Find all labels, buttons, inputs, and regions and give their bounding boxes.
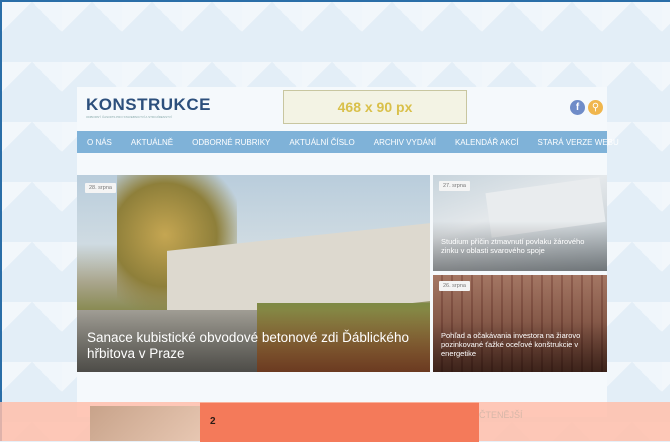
nav-item-o-nas[interactable]: O NÁS: [77, 138, 121, 147]
nav-item-stara-verze-webu[interactable]: STARÁ VERZE WEBU: [528, 138, 628, 147]
header-icons: f ⚲: [570, 100, 603, 115]
article-card-title[interactable]: Studium příčin ztmavnutí povlaku žárovéh…: [441, 237, 601, 255]
site-logo[interactable]: KONSTRUKCE: [86, 95, 211, 115]
main-nav: O NÁS AKTUÁLNĚ ODBORNÉ RUBRIKY AKTUÁLNÍ …: [77, 131, 619, 153]
nav-item-kalendar-akci[interactable]: KALENDÁŘ AKCÍ: [445, 138, 528, 147]
nav-item-aktualni-cislo[interactable]: AKTUÁLNÍ ČÍSLO: [279, 138, 363, 147]
overlay-thumbnail: [90, 406, 200, 441]
facebook-icon[interactable]: f: [570, 100, 585, 115]
nav-item-aktualne[interactable]: AKTUÁLNĚ: [121, 138, 182, 147]
search-icon[interactable]: ⚲: [588, 100, 603, 115]
article-card-title[interactable]: Pohľad a očakávania investora na žiarovo…: [441, 331, 601, 358]
site-header: KONSTRUKCE ODBORNÝ ČASOPIS PRO STAVEBNIC…: [77, 87, 607, 125]
popup-banner[interactable]: 2: [200, 402, 479, 442]
nav-item-odborne-rubriky[interactable]: ODBORNÉ RUBRIKY: [182, 138, 279, 147]
popup-number: 2: [210, 416, 216, 427]
article-date: 26. srpna: [439, 281, 470, 291]
featured-article[interactable]: 28. srpna Sanace kubistické obvodové bet…: [77, 175, 430, 372]
article-date: 28. srpna: [85, 183, 116, 193]
article-card[interactable]: 27. srpna Studium příčin ztmavnutí povla…: [433, 175, 607, 271]
article-date: 27. srpna: [439, 181, 470, 191]
nav-item-archiv-vydani[interactable]: ARCHIV VYDÁNÍ: [364, 138, 445, 147]
article-card[interactable]: 26. srpna Pohľad a očakávania investora …: [433, 275, 607, 372]
website-preview: KONSTRUKCE ODBORNÝ ČASOPIS PRO STAVEBNIC…: [77, 87, 619, 417]
most-read-heading: ČTENĚJŠÍ: [479, 410, 523, 420]
ad-banner-placeholder[interactable]: 468 x 90 px: [283, 90, 467, 124]
featured-article-title[interactable]: Sanace kubistické obvodové betonové zdi …: [87, 330, 417, 362]
logo-tagline: ODBORNÝ ČASOPIS PRO STAVEBNICTVÍ A STROJ…: [86, 115, 172, 119]
